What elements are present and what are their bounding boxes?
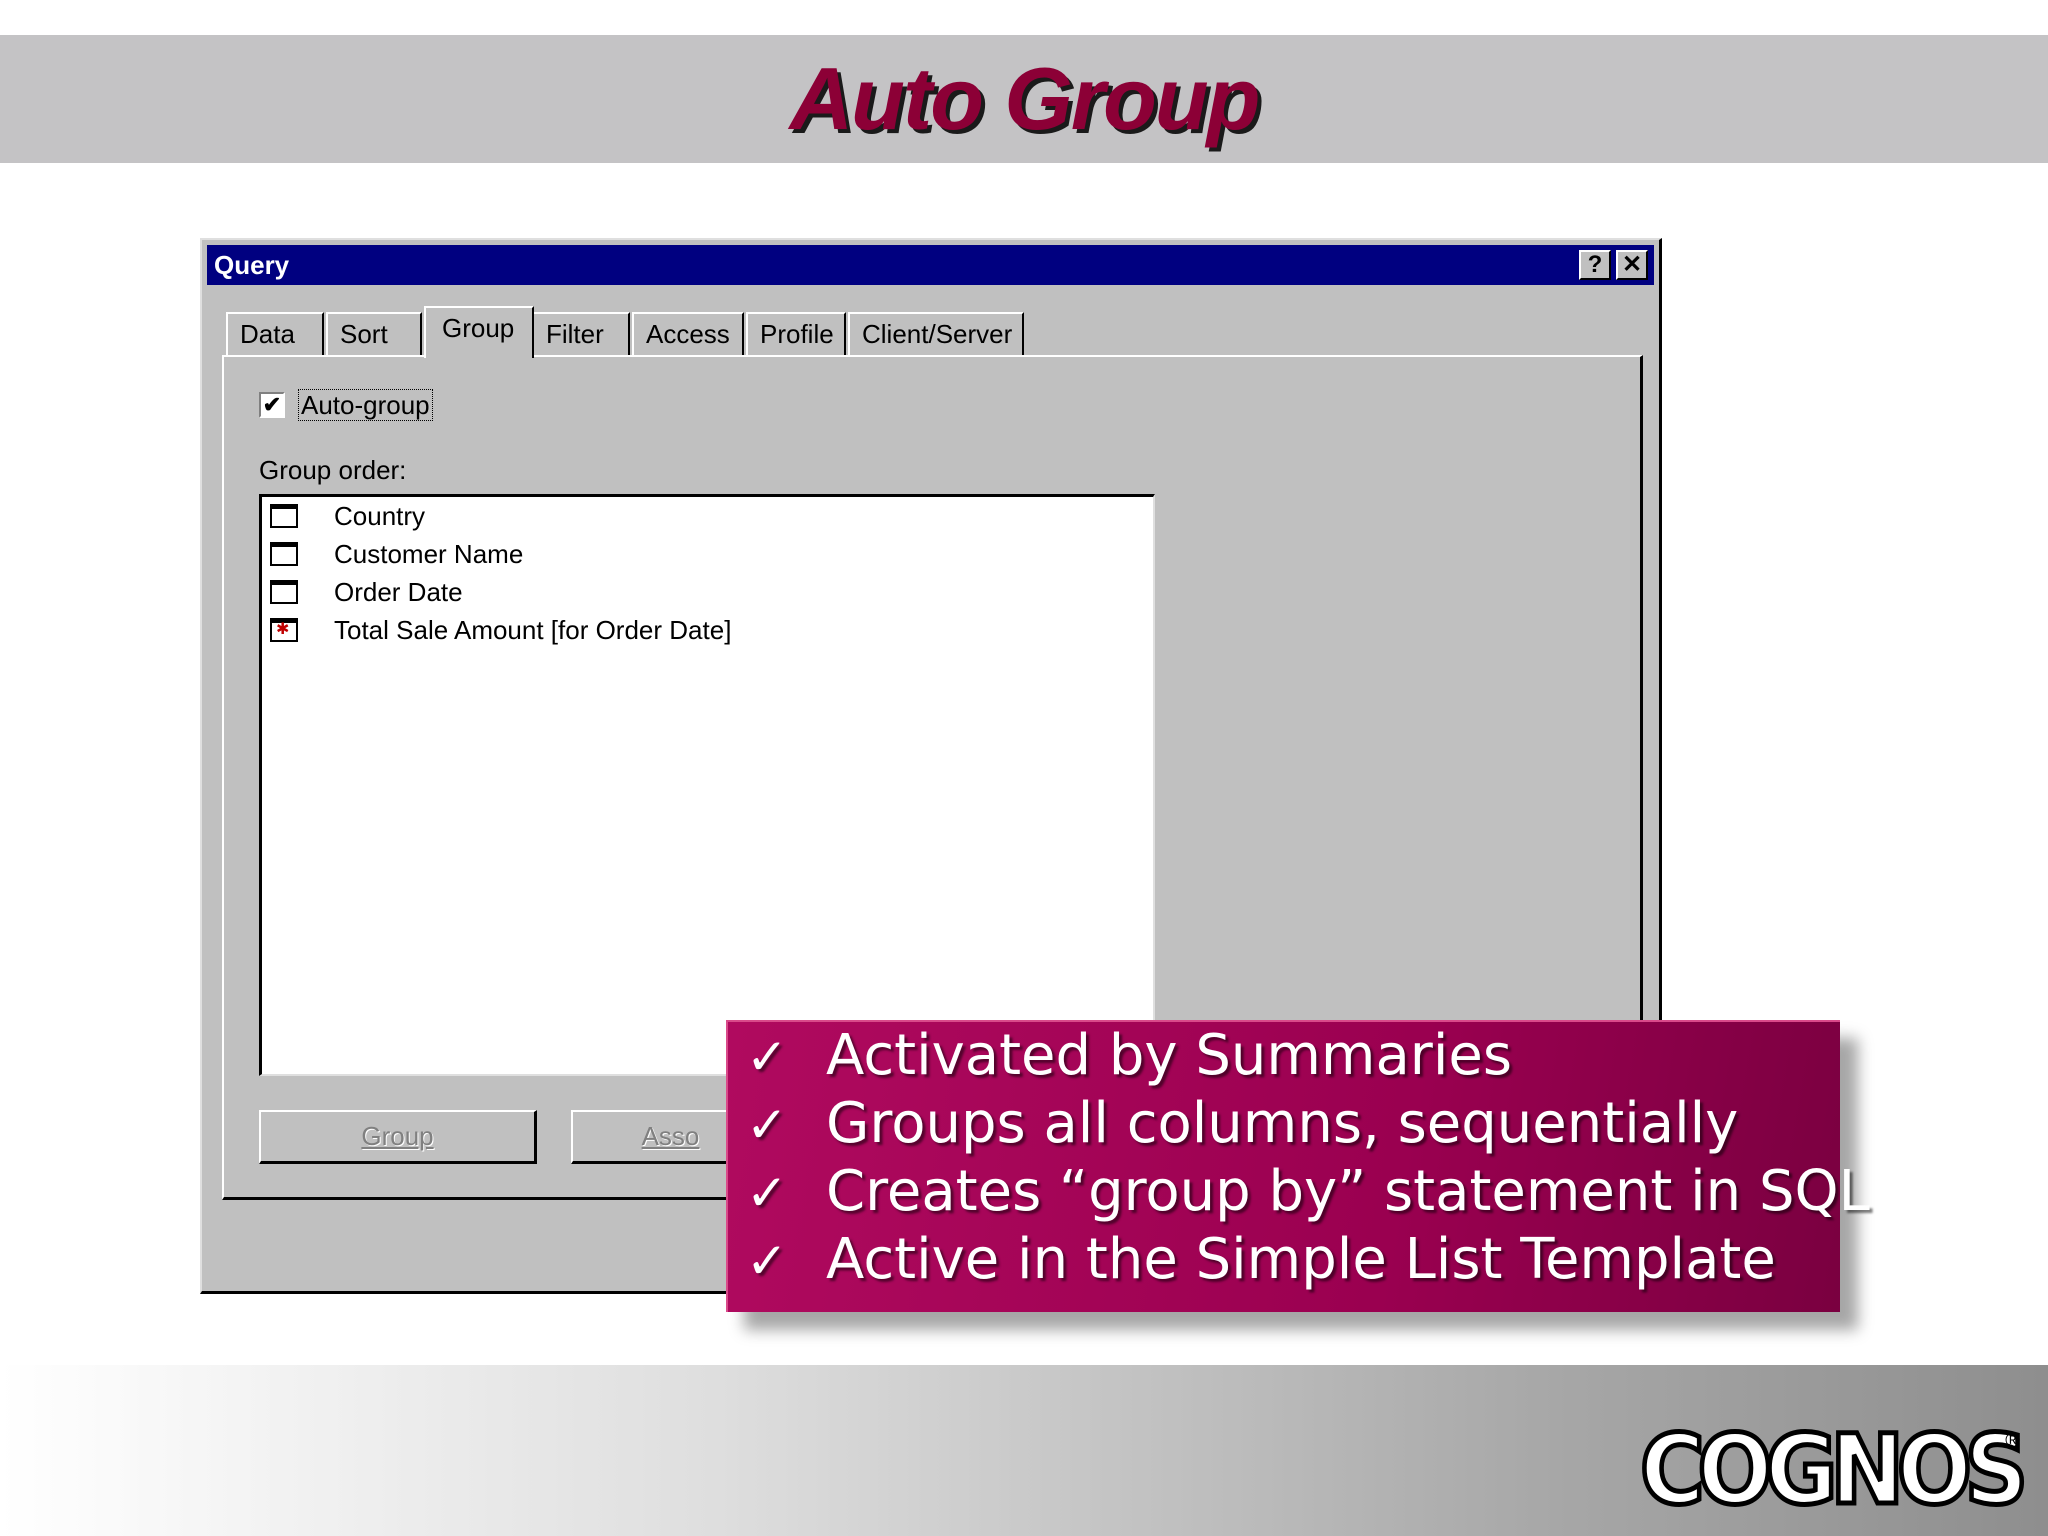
tab-data[interactable]: Data [226,312,324,355]
group-button[interactable]: Group [259,1110,537,1164]
callout-item-text: Active in the Simple List Template [826,1227,1776,1292]
auto-group-checkbox[interactable]: ✔ [259,392,285,418]
tab-filter[interactable]: Filter [532,312,630,355]
callout-item-text: Creates “group by” statement in SQL [826,1159,1870,1224]
close-button[interactable]: ✕ [1616,250,1648,280]
check-icon: ✓ [746,1028,788,1086]
help-button[interactable]: ? [1579,250,1611,280]
check-icon: ✓ [746,1232,788,1290]
tab-profile[interactable]: Profile [746,312,846,355]
column-icon [270,542,298,566]
summary-column-icon [270,618,298,642]
callout-item: ✓ Groups all columns, sequentially [746,1090,1738,1158]
cognos-logo: COGNOS ® [1638,1414,2031,1526]
title-band: Auto Group [0,35,2048,163]
callout-item-text: Groups all columns, sequentially [826,1091,1739,1156]
logo-text: COGNOS [1638,1414,2031,1526]
callout-item-text: Activated by Summaries [826,1023,1512,1088]
tab-group[interactable]: Group [424,306,534,358]
dialog-titlebar[interactable]: Query ? ✕ [207,245,1654,285]
auto-group-label[interactable]: Auto-group [298,389,433,421]
callout-item: ✓ Creates “group by” statement in SQL [746,1158,1870,1226]
list-item-label: Total Sale Amount [for Order Date] [334,615,732,645]
feature-callout: ✓ Activated by Summaries ✓ Groups all colu… [726,1020,1870,1312]
tab-client-server[interactable]: Client/Server [848,312,1024,355]
callout-item: ✓ Active in the Simple List Template [746,1226,1776,1294]
dialog-title: Query [214,250,290,280]
slide-title: Auto Group [789,49,1261,148]
group-order-list[interactable]: Country Customer Name Order Date Total S… [259,494,1155,1076]
column-icon [270,580,298,604]
registered-mark: ® [2005,1430,2020,1452]
callout-item: ✓ Activated by Summaries [746,1022,1512,1090]
group-order-label: Group order: [259,455,407,485]
check-icon: ✓ [746,1096,788,1154]
tab-access[interactable]: Access [632,312,744,355]
list-item-label: Country [334,501,426,531]
column-icon [270,504,298,528]
tab-sort[interactable]: Sort [326,312,422,355]
list-item-label: Order Date [334,577,463,607]
list-item-label: Customer Name [334,539,524,569]
check-icon: ✓ [746,1164,788,1222]
